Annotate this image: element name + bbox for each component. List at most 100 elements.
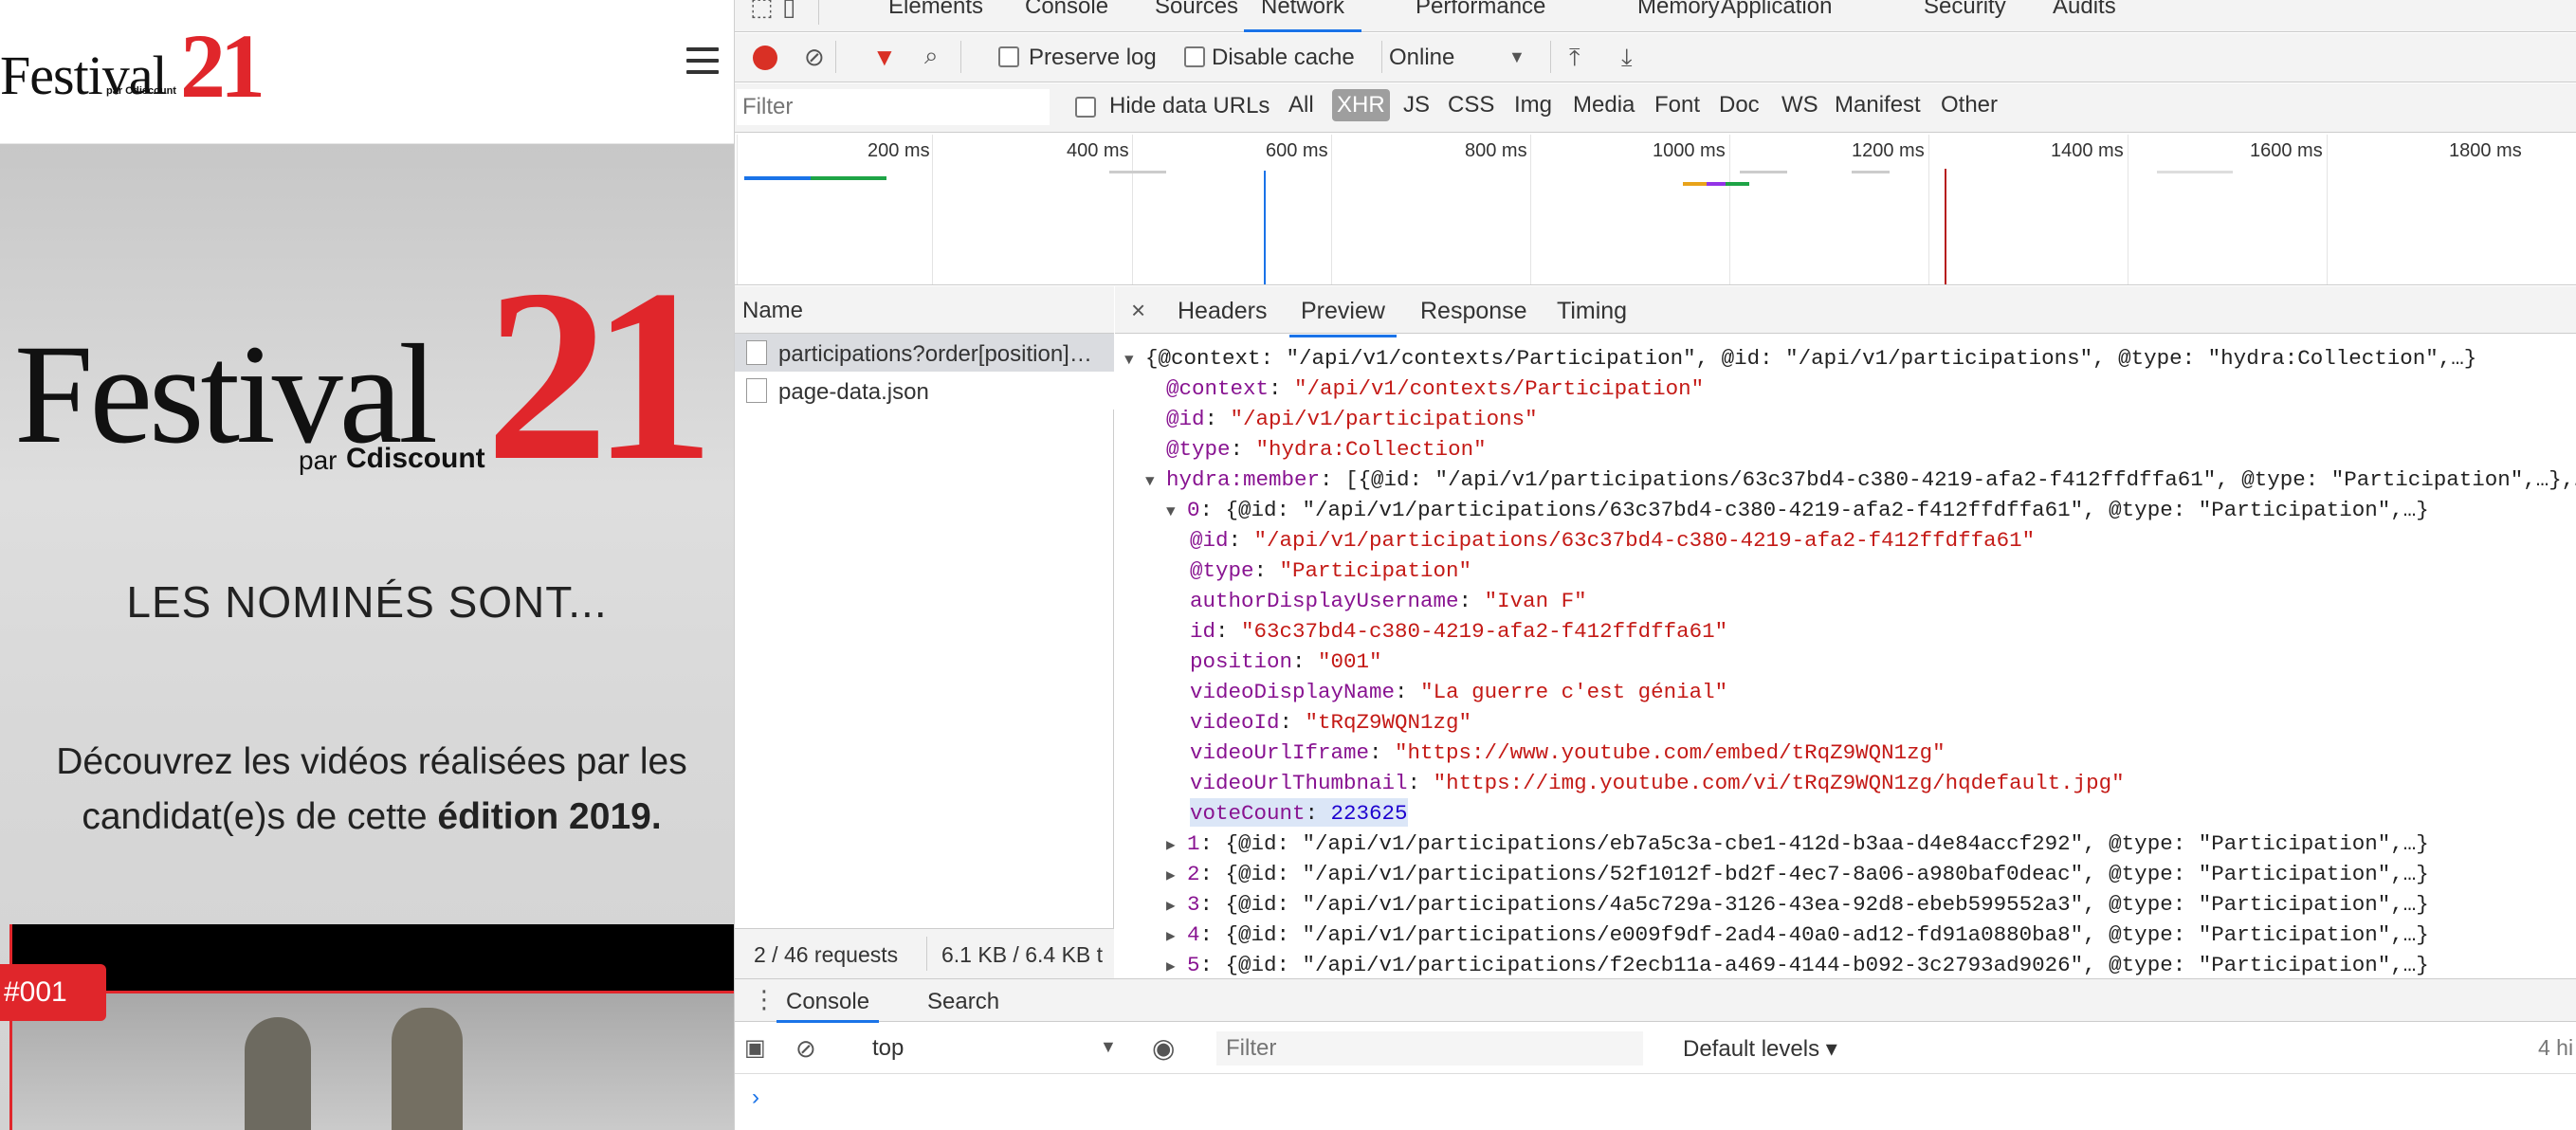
tab-network[interactable]: Network — [1244, 0, 1362, 32]
timeline-bar — [1683, 182, 1707, 186]
import-har-icon[interactable]: ⤒ — [1569, 45, 1580, 69]
json-separator: : — [1199, 892, 1226, 917]
collapsed-triangle-icon[interactable]: ▶ — [1166, 891, 1187, 921]
json-field-row: authorDisplayUsername: "Ivan F" — [1190, 586, 1587, 616]
chevron-down-icon[interactable]: ▼ — [1100, 1037, 1117, 1057]
context-select[interactable]: top — [872, 1035, 904, 1062]
request-row[interactable]: page-data.json — [735, 372, 1114, 410]
json-member-row[interactable]: ▼ hydra:member: [{@id: "/api/v1/participa… — [1145, 465, 2576, 495]
json-separator: : — [1407, 771, 1434, 795]
inspect-element-icon[interactable]: ⬚ — [750, 0, 774, 19]
tab-response[interactable]: Response — [1420, 298, 1527, 325]
header-logo[interactable]: Festival 21 par Cdiscount — [0, 15, 284, 117]
json-collapsed-row[interactable]: ▶ 1: {@id: "/api/v1/participations/eb7a5c… — [1166, 829, 2429, 859]
tab-console[interactable]: Console — [1025, 0, 1108, 32]
filter-type-media[interactable]: Media — [1573, 92, 1635, 118]
tab-audits[interactable]: Audits — [2053, 0, 2116, 32]
record-icon[interactable] — [753, 46, 777, 70]
timeline-tick: 1600 ms — [2250, 140, 2323, 161]
console-prompt-icon[interactable]: › — [752, 1084, 759, 1111]
throttle-select[interactable]: Online — [1389, 45, 1454, 71]
disable-cache-checkbox[interactable] — [1184, 46, 1205, 67]
sidebar-toggle-icon[interactable]: ▣ — [744, 1034, 766, 1062]
timeline-bar — [1740, 171, 1787, 173]
hide-data-urls-label: Hide data URLs — [1109, 93, 1270, 118]
discover-line2: candidat(e)s de cette — [82, 796, 428, 837]
collapsed-triangle-icon[interactable]: ▶ — [1166, 921, 1187, 952]
filter-type-doc[interactable]: Doc — [1719, 92, 1760, 118]
expanded-triangle-icon[interactable]: ▼ — [1145, 466, 1166, 497]
json-key: videoId — [1190, 710, 1280, 735]
header-logo-word: Festival — [0, 45, 168, 106]
collapsed-triangle-icon[interactable]: ▶ — [1166, 830, 1187, 861]
json-item0-row[interactable]: ▼ 0: {@id: "/api/v1/participations/63c37b… — [1166, 495, 2429, 525]
tab-preview[interactable]: Preview — [1289, 298, 1397, 337]
json-value: "tRqZ9WQN1zg" — [1305, 710, 1472, 735]
json-collapsed-row[interactable]: ▶ 3: {@id: "/api/v1/participations/4a5c72… — [1166, 889, 2429, 920]
filter-type-css[interactable]: CSS — [1448, 92, 1494, 118]
hamburger-menu-icon[interactable] — [686, 47, 719, 76]
drawer-tab-search[interactable]: Search — [927, 989, 999, 1015]
device-toolbar-icon[interactable]: ▯ — [782, 0, 795, 19]
filter-type-font[interactable]: Font — [1654, 92, 1700, 118]
close-icon[interactable]: × — [1131, 296, 1145, 325]
tab-timing[interactable]: Timing — [1557, 298, 1627, 325]
json-collapsed-row[interactable]: ▶ 5: {@id: "/api/v1/participations/f2ecb1… — [1166, 950, 2429, 978]
collapsed-triangle-icon[interactable]: ▶ — [1166, 952, 1187, 978]
preserve-log-checkbox[interactable] — [998, 46, 1019, 67]
json-key: 4 — [1187, 922, 1200, 947]
drawer-tab-console[interactable]: Console — [776, 989, 880, 1023]
clear-icon[interactable]: ⊘ — [804, 45, 825, 69]
tab-application[interactable]: Application — [1721, 0, 1832, 32]
hide-data-urls-checkbox[interactable] — [1075, 97, 1096, 118]
console-input[interactable] — [773, 1079, 2565, 1117]
collapsed-triangle-icon[interactable]: ▶ — [1166, 861, 1187, 891]
tab-elements[interactable]: Elements — [888, 0, 983, 32]
json-key: videoDisplayName — [1190, 680, 1396, 704]
chevron-down-icon[interactable]: ▼ — [1508, 45, 1526, 69]
tab-headers[interactable]: Headers — [1178, 298, 1268, 325]
tab-security[interactable]: Security — [1924, 0, 2006, 32]
json-root-row[interactable]: ▼ {@context: "/api/v1/contexts/Participat… — [1124, 343, 2476, 374]
expanded-triangle-icon[interactable]: ▼ — [1166, 497, 1187, 527]
filter-input[interactable] — [737, 89, 1050, 125]
filter-type-all[interactable]: All — [1288, 92, 1314, 118]
load-event-line — [1945, 169, 1946, 284]
column-name[interactable]: Name — [742, 298, 803, 324]
json-value: "La guerre c'est génial" — [1420, 680, 1728, 704]
filter-type-xhr[interactable]: XHR — [1332, 89, 1390, 121]
timeline-tick: 1400 ms — [2051, 140, 2124, 161]
expanded-triangle-icon[interactable]: ▼ — [1124, 345, 1145, 375]
json-separator: : — [1215, 619, 1242, 644]
log-levels-select[interactable]: Default levels ▾ — [1683, 1035, 1837, 1063]
json-value: "001" — [1318, 649, 1382, 674]
json-separator: : — [1199, 922, 1226, 947]
search-icon[interactable]: ⌕ — [924, 43, 939, 67]
eye-icon[interactable]: ◉ — [1152, 1032, 1175, 1064]
drawer-menu-icon[interactable]: ⋮ — [752, 985, 776, 1014]
filter-type-ws[interactable]: WS — [1781, 92, 1818, 118]
filter-type-js[interactable]: JS — [1403, 92, 1430, 118]
json-collapsed-row[interactable]: ▶ 4: {@id: "/api/v1/participations/e009f9… — [1166, 920, 2429, 950]
json-separator: : — [1279, 710, 1306, 735]
tab-memory[interactable]: Memory — [1637, 0, 1720, 32]
filter-icon[interactable]: ▼ — [872, 45, 897, 69]
json-key: 2 — [1187, 862, 1200, 886]
request-row[interactable]: participations?order[position]… — [735, 334, 1114, 372]
clear-console-icon[interactable]: ⊘ — [795, 1034, 816, 1064]
filter-type-other[interactable]: Other — [1941, 92, 1998, 118]
discover-bold: édition 2019. — [437, 796, 662, 837]
json-collapsed-row[interactable]: ▶ 2: {@id: "/api/v1/participations/52f101… — [1166, 859, 2429, 889]
json-separator: : — [1395, 680, 1421, 704]
tab-sources[interactable]: Sources — [1155, 0, 1238, 32]
json-root-summary: {@context: "/api/v1/contexts/Participati… — [1145, 346, 2477, 371]
tab-performance[interactable]: Performance — [1416, 0, 1545, 32]
export-har-icon[interactable]: ⤓ — [1621, 45, 1633, 69]
video-card[interactable] — [9, 924, 734, 1130]
filter-type-manifest[interactable]: Manifest — [1835, 92, 1921, 118]
filter-type-img[interactable]: Img — [1514, 92, 1552, 118]
video-thumbnail[interactable] — [12, 991, 734, 1130]
hero-logo-par: par — [299, 446, 338, 475]
timeline-bar — [1707, 182, 1726, 186]
console-filter-input[interactable] — [1216, 1031, 1643, 1066]
